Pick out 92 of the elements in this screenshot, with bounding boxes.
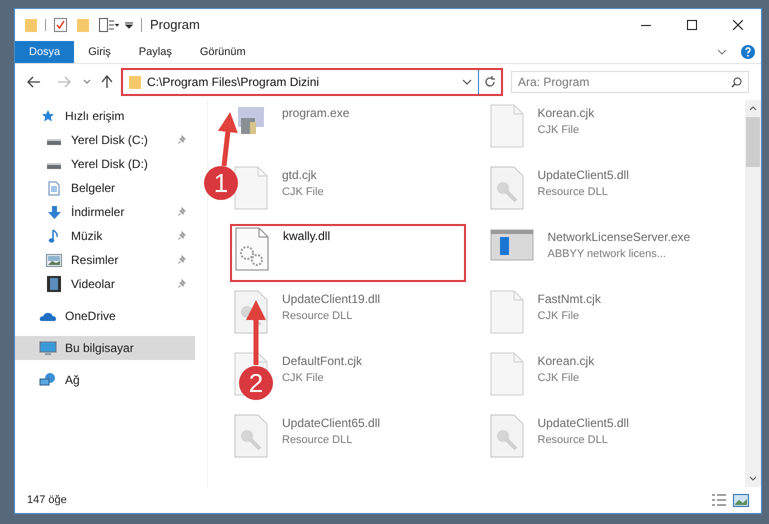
blank-file-icon [490,104,524,148]
search-field[interactable]: Ara: Program [511,71,749,93]
search-icon [731,76,742,88]
details-view-icon[interactable] [711,494,727,506]
dropdown-icon[interactable] [125,21,133,29]
document-icon [48,180,60,196]
file-name[interactable]: UpdateClient65.dll [282,414,380,432]
refresh-icon[interactable] [484,76,496,88]
up-arrow-icon[interactable] [101,75,113,89]
maximize-icon [687,20,697,30]
file-type: CJK File [538,123,580,138]
chevron-down-icon[interactable] [83,79,91,85]
network-icon [39,372,57,388]
ribbon-tab[interactable]: Paylaş [124,41,186,63]
file-type: CJK File [282,185,324,200]
gear-file-icon [234,414,268,458]
blank-file-icon [490,352,524,396]
sidebar-item[interactable]: Ağ [15,368,195,392]
file-type: CJK File [538,309,580,324]
help-icon[interactable] [741,45,755,59]
chevron-down-icon[interactable] [717,49,727,55]
sidebar-item[interactable]: Hızlı erişim [15,104,195,128]
annotation-arrow [246,300,266,365]
address-path: C:\Program Files\Program Dizini [147,74,320,91]
pin-icon [177,255,187,265]
scroll-up-icon[interactable] [749,106,757,111]
pin-icon [177,207,187,217]
pin-icon [177,279,187,289]
sidebar-item[interactable]: İndirmeler [15,200,195,224]
step-number-badge: 1 [204,166,238,200]
blank-file-icon [490,290,524,334]
file-type: Resource DLL [538,185,609,200]
file-name[interactable]: UpdateClient5.dll [538,166,629,184]
sidebar-item[interactable]: Yerel Disk (C:) [15,128,195,152]
app-window-icon [490,228,534,262]
picture-icon [46,254,62,266]
star-icon [41,109,55,123]
cloud-icon [39,310,57,322]
address-bar[interactable]: C:\Program Files\Program Dizini [121,68,503,96]
properties-icon[interactable] [99,18,119,32]
gear-file-icon [235,227,269,271]
sidebar-item[interactable]: Videolar [15,272,195,296]
ribbon-tab[interactable]: Dosya [15,41,74,63]
scroll-down-icon[interactable] [749,476,757,481]
sidebar-item[interactable]: Bu bilgisayar [15,336,195,360]
step-number-badge: 2 [239,366,273,400]
thumbnail-view-icon[interactable] [733,494,749,506]
scrollbar[interactable] [745,100,761,487]
file-type: ABBYY network licens... [548,247,667,262]
file-name[interactable]: DefaultFont.cjk [282,352,362,370]
folder-icon [25,18,37,32]
film-icon [47,276,61,292]
monitor-icon [39,340,57,356]
window-title: Program [150,16,200,34]
music-note-icon [48,228,60,244]
pin-icon [177,135,187,145]
sidebar-item[interactable]: Resimler [15,248,195,272]
sidebar-item[interactable]: Yerel Disk (D:) [15,152,195,176]
file-type: Resource DLL [282,433,354,448]
download-arrow-icon [46,204,62,220]
file-name[interactable]: Korean.cjk [538,352,594,370]
file-name[interactable]: program.exe [282,104,350,122]
file-name[interactable]: UpdateClient19.dll [282,290,380,308]
minimize-icon [641,24,651,26]
file-name[interactable]: Korean.cjk [538,104,594,122]
file-type: CJK File [538,371,580,386]
annotation-arrow [218,112,238,166]
back-arrow-icon[interactable] [27,76,41,88]
ribbon-tab[interactable]: Görünüm [186,41,260,63]
file-name[interactable]: gtd.cjk [282,166,324,184]
search-input[interactable]: Ara: Program [518,73,731,91]
gear-file-icon [490,166,524,210]
chevron-down-icon[interactable] [462,79,472,85]
close-icon [733,20,743,30]
file-type: CJK File [282,371,325,386]
file-name[interactable]: UpdateClient5.dll [538,414,629,432]
file-name[interactable]: kwally.dll [283,227,330,245]
scroll-thumb[interactable] [746,117,760,167]
pin-icon [177,231,187,241]
item-count: 147 öğe [27,492,67,508]
checkbox-icon[interactable] [54,18,67,32]
sidebar-item[interactable]: OneDrive [15,304,195,328]
folder-icon [129,74,141,90]
gear-file-icon [490,414,524,458]
file-type: Resource DLL [282,309,354,324]
file-name[interactable]: NetworkLicenseServer.exe [548,228,690,246]
sidebar-item[interactable]: Belgeler [15,176,195,200]
ribbon-tab[interactable]: Giriş [74,41,125,63]
blank-file-icon [234,166,268,210]
sidebar-item[interactable]: Müzik [15,224,195,248]
file-type: Resource DLL [538,433,609,448]
file-name[interactable]: FastNmt.cjk [538,290,601,308]
